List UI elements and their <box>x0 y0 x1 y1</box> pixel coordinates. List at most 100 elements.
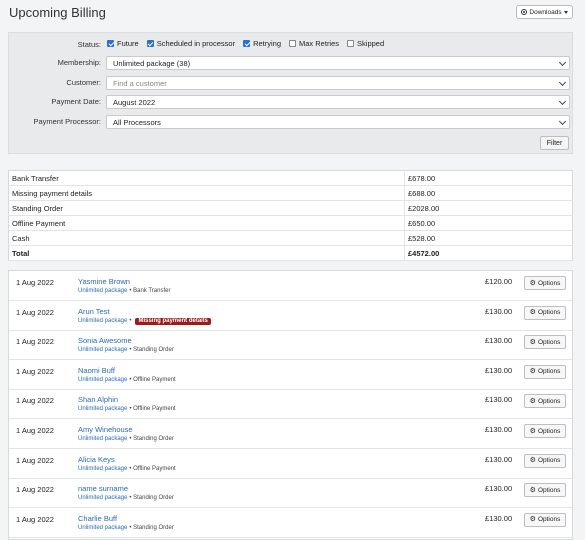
options-button[interactable]: ⚙ Options <box>524 276 566 290</box>
options-button[interactable]: ⚙ Options <box>524 305 566 320</box>
customer-name-link[interactable]: name surname <box>78 484 128 493</box>
filter-button[interactable]: Filter <box>540 136 569 150</box>
gear-icon: ⚙ <box>529 279 536 287</box>
checkbox[interactable] <box>289 40 297 47</box>
summary-row: Bank Transfer £678.00 <box>8 170 573 186</box>
billing-amount: £130.00 <box>485 425 513 434</box>
billing-row: 1 Aug 2022 Sonia Awesome Unlimited package… <box>9 330 572 361</box>
customer-placeholder: Find a customer <box>113 78 167 88</box>
billing-date: 1 Aug 2022 <box>16 366 54 376</box>
billing-date: 1 Aug 2022 <box>16 485 54 495</box>
summary-row: Standing Order £2028.00 <box>8 200 573 216</box>
package-link[interactable]: Unlimited package <box>78 347 127 353</box>
checkbox[interactable] <box>107 40 114 47</box>
checkbox-label: Scheduled in processor <box>156 39 236 48</box>
status-checkbox-skipped[interactable]: Skipped <box>347 39 384 48</box>
billing-date: 1 Aug 2022 <box>16 455 54 465</box>
package-link[interactable]: Unlimited package <box>78 525 127 531</box>
gear-icon: ⚙ <box>529 309 536 317</box>
download-icon <box>521 9 528 15</box>
status-checkbox-max-retries[interactable]: Max Retries <box>289 39 339 48</box>
customer-name-link[interactable]: Charlie Buff <box>78 514 117 523</box>
billing-date: 1 Aug 2022 <box>16 426 54 435</box>
billing-amount: £130.00 <box>485 484 513 494</box>
billing-row: 1 Aug 2022 Amy Winehouse Unlimited package… <box>9 419 572 449</box>
customer-name-link[interactable]: Alicia Keys <box>78 455 115 464</box>
total-label: Total <box>8 245 405 261</box>
summary-value: £2028.00 <box>404 200 573 216</box>
billing-details: Unlimited package • Bank Transfer <box>78 288 170 294</box>
processor-value: All Processors <box>113 117 161 127</box>
gear-icon: ⚙ <box>529 516 536 524</box>
customer-name-link[interactable]: Shan Alphin <box>78 395 118 404</box>
billing-details: Unlimited package • Standing Order <box>78 525 174 531</box>
checkbox[interactable] <box>347 40 355 47</box>
customer-name-link[interactable]: Arun Test <box>78 307 110 316</box>
customer-name-link[interactable]: Sonia Awesome <box>78 336 132 345</box>
options-label: Options <box>537 457 561 465</box>
billing-date: 1 Aug 2022 <box>16 278 54 287</box>
billing-row: 1 Aug 2022 Arun Test Unlimited package • Mis… <box>9 301 572 331</box>
package-link[interactable]: Unlimited package <box>78 466 127 472</box>
checkbox-label: Max Retries <box>299 39 340 48</box>
billing-date: 1 Aug 2022 <box>16 337 54 347</box>
processor-select[interactable]: All Processors <box>106 115 570 129</box>
options-button[interactable]: ⚙ Options <box>524 424 566 438</box>
customer-name-link[interactable]: Yasmine Brown <box>78 277 130 286</box>
status-checkbox-retrying[interactable]: Retrying <box>243 39 281 48</box>
billing-date: 1 Aug 2022 <box>16 396 54 406</box>
chevron-down-icon <box>558 97 567 106</box>
billing-date: 1 Aug 2022 <box>16 307 54 317</box>
downloads-button[interactable]: Downloads <box>516 5 573 19</box>
package-link[interactable]: Unlimited package <box>78 377 127 383</box>
billing-details: Unlimited package • Offline Payment <box>78 466 176 472</box>
membership-select[interactable]: Unlimited package (38) <box>106 56 570 70</box>
checkbox[interactable] <box>243 40 251 47</box>
payment-method: • Standing Order <box>129 524 174 531</box>
billing-details: Unlimited package • Standing Order <box>78 495 174 501</box>
payment-date-select[interactable]: August 2022 <box>106 95 570 109</box>
status-checkbox-future[interactable]: Future <box>107 39 139 48</box>
billing-amount: £130.00 <box>485 513 513 523</box>
missing-payment-badge: Missing payment details <box>135 317 211 325</box>
options-button[interactable]: ⚙ Options <box>524 335 566 350</box>
customer-name-link[interactable]: Amy Winehouse <box>78 425 133 434</box>
package-link[interactable]: Unlimited package <box>78 288 127 294</box>
options-button[interactable]: ⚙ Options <box>524 453 566 468</box>
billing-row: 1 Aug 2022 Charlie Buff Unlimited package •… <box>9 508 572 538</box>
summary-value: £678.00 <box>404 170 573 186</box>
package-link[interactable]: Unlimited package <box>78 318 127 324</box>
billing-details: Unlimited package • Standing Order <box>78 436 174 442</box>
checkbox[interactable] <box>146 40 154 47</box>
package-link[interactable]: Unlimited package <box>78 406 127 412</box>
chevron-down-icon <box>558 78 567 87</box>
options-button[interactable]: ⚙ Options <box>524 394 566 409</box>
customer-search-input[interactable]: Find a customer <box>106 76 570 90</box>
checkbox-label: Retrying <box>253 39 282 48</box>
status-checkbox-scheduled-in-processor[interactable]: Scheduled in processor <box>146 39 236 48</box>
billing-list: 1 Aug 2022 Yasmine Brown Unlimited package… <box>8 270 573 540</box>
status-checkboxes: Future Scheduled in processor Retrying Max … <box>107 39 392 48</box>
customer-row: Customer: Find a customer <box>9 76 572 90</box>
billing-details: Unlimited package • Standing Order <box>78 347 174 353</box>
summary-value: £528.00 <box>404 230 573 246</box>
processor-label: Payment Processor: <box>33 117 101 126</box>
billing-amount: £130.00 <box>485 306 513 316</box>
payment-method: • Bank Transfer <box>129 288 171 294</box>
summary-value: £688.00 <box>404 185 573 201</box>
package-link[interactable]: Unlimited package <box>78 436 127 442</box>
gear-icon: ⚙ <box>529 368 536 376</box>
gear-icon: ⚙ <box>529 486 536 494</box>
billing-amount: £120.00 <box>485 277 513 286</box>
status-label: Status: <box>77 40 101 49</box>
options-button[interactable]: ⚙ Options <box>524 483 566 498</box>
page-title: Upcoming Billing <box>9 5 106 20</box>
customer-name-link[interactable]: Naomi Buff <box>78 366 115 375</box>
package-link[interactable]: Unlimited package <box>78 495 127 501</box>
summary-row: Cash £528.00 <box>8 230 573 246</box>
billing-amount: £130.00 <box>485 454 513 464</box>
summary-label: Standing Order <box>8 200 405 216</box>
options-button[interactable]: ⚙ Options <box>524 512 566 527</box>
chevron-down-icon <box>558 58 567 67</box>
options-button[interactable]: ⚙ Options <box>524 364 566 379</box>
